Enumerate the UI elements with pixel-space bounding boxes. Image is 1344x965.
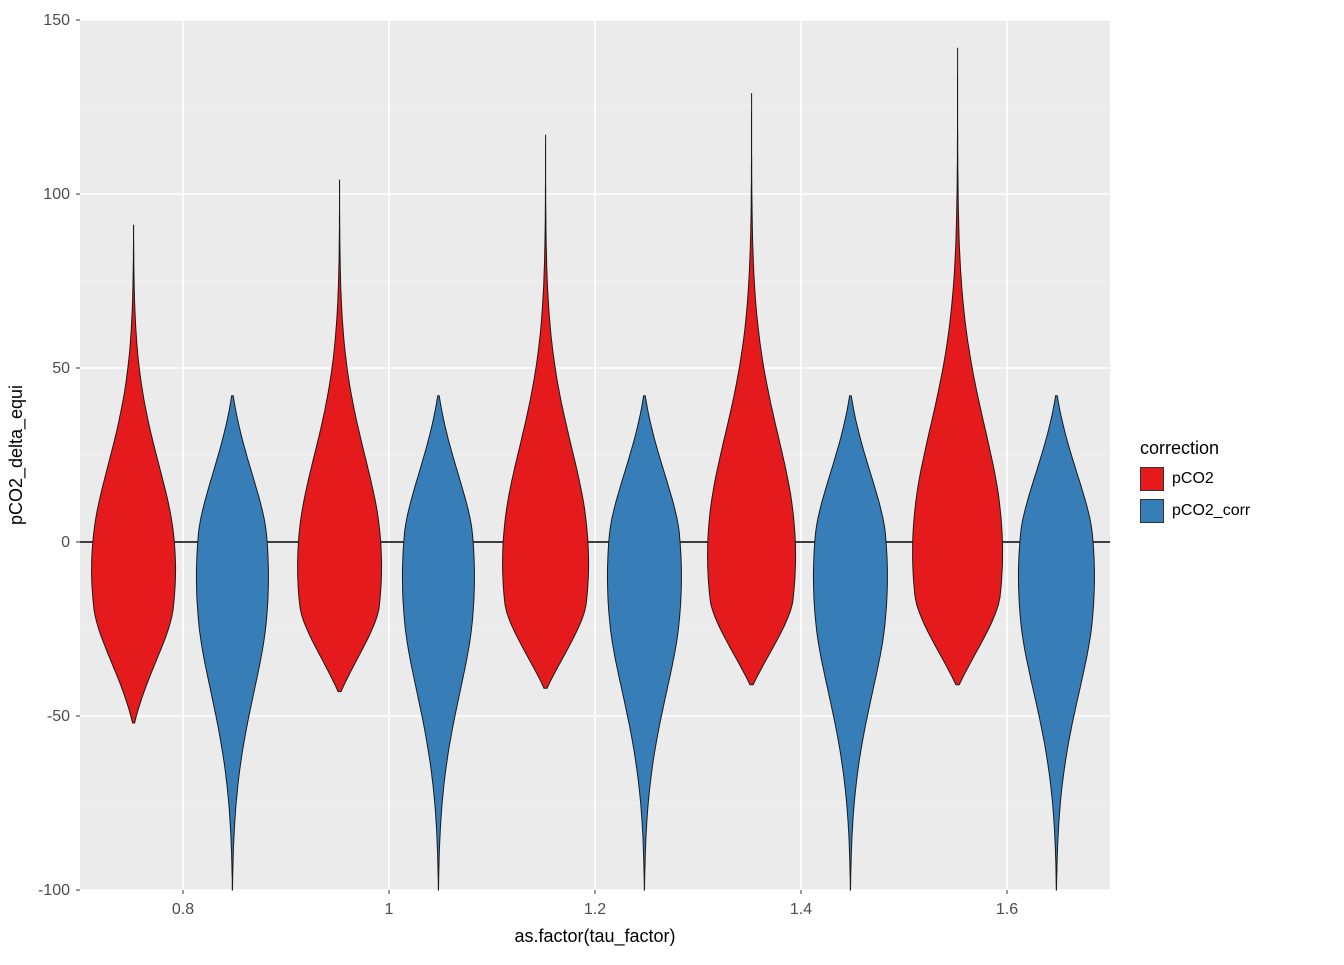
svg-text:0.8: 0.8 <box>172 901 194 918</box>
chart-plot-area: -100 -50 0 50 100 150 0.8 1 1.2 1.4 1.6 as.factor(t… <box>0 0 1130 960</box>
svg-text:1.6: 1.6 <box>996 901 1018 918</box>
x-axis-label: as.factor(tau_factor) <box>514 926 675 947</box>
legend-swatch-pco2-corr <box>1140 499 1164 523</box>
legend-label: pCO2_corr <box>1172 502 1250 520</box>
svg-text:1.2: 1.2 <box>584 901 606 918</box>
svg-text:-100: -100 <box>38 882 70 899</box>
legend-label: pCO2 <box>1172 470 1214 488</box>
legend-title: correction <box>1140 438 1344 459</box>
svg-text:50: 50 <box>52 360 70 377</box>
legend-item: pCO2_corr <box>1140 499 1344 523</box>
legend-swatch-pco2 <box>1140 467 1164 491</box>
svg-text:100: 100 <box>43 186 70 203</box>
y-axis-label: pCO2_delta_equi <box>6 385 27 525</box>
legend: correction pCO2 pCO2_corr <box>1130 438 1344 523</box>
svg-text:-50: -50 <box>47 708 70 725</box>
svg-text:0: 0 <box>61 534 70 551</box>
svg-text:1: 1 <box>385 901 394 918</box>
svg-text:1.4: 1.4 <box>790 901 812 918</box>
svg-text:150: 150 <box>43 12 70 29</box>
legend-item: pCO2 <box>1140 467 1344 491</box>
